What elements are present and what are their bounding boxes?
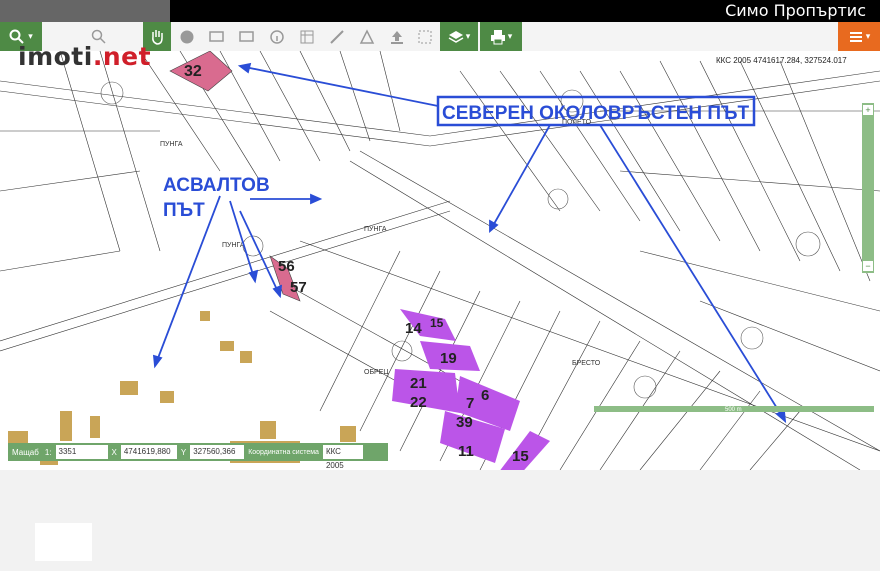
logo-background [0,0,170,22]
area-button[interactable] [354,22,380,51]
buildings [8,311,356,465]
plot-label: 6 [481,387,489,404]
crs-label: Координатна система [248,448,319,456]
map-canvas[interactable]: 32 56 57 14 15 19 21 22 7 6 39 11 15 ПУН… [0,51,880,470]
scale-bar-label: 500 m [725,407,742,413]
ruler-icon [330,29,344,44]
info-button[interactable] [264,22,290,51]
place-label: ОБРЕЦ [364,369,389,376]
blank-panel [35,523,92,561]
table-icon [300,30,314,43]
plot-label: 15 [512,448,529,465]
layers-button[interactable]: ▾ [440,22,478,51]
rectangle-icon [209,30,224,42]
zoom-in-icon[interactable]: + [863,105,873,115]
globe-icon [180,30,194,43]
chevron-down-icon: ▾ [507,31,513,41]
top-bar: Симо Пропъртис [0,0,880,22]
draw-rect-button[interactable] [204,22,230,51]
place-label: ПУНГА [160,141,183,148]
rectangle-icon [239,30,254,42]
plot-label: 57 [290,279,307,296]
plot-label: 7 [466,395,474,412]
print-icon [490,29,505,44]
place-label: ПУНГА [222,242,245,249]
draw-rect2-button[interactable] [234,22,260,51]
layers-icon [448,30,464,43]
y-coordinate-input[interactable]: 327560,366 [190,445,245,459]
cadastral-map[interactable]: 32 56 57 14 15 19 21 22 7 6 39 11 15 ПУН… [0,51,880,470]
select-icon [418,30,432,43]
plot-label: 14 [405,320,422,337]
plot-label: 19 [440,350,457,367]
hand-icon [152,29,163,45]
table-button[interactable] [294,22,320,51]
x-coordinate-input[interactable]: 4741619,880 [120,445,177,459]
plot-label: 22 [410,394,427,411]
plot-label: 21 [410,375,427,392]
scale-prefix: 1: [44,447,52,457]
chevron-down-icon: ▾ [465,31,471,41]
crs-header: ККС 2005 4741617.284, 327524.017 [716,56,847,65]
asphalt-road-label: АСВАЛТОВ [163,175,270,196]
x-label: X [111,447,117,457]
plot-label: 15 [430,316,444,330]
crs-select[interactable]: ККС 2005 [322,445,363,470]
scale-input[interactable]: 3351 [55,445,108,459]
upload-icon [391,30,403,44]
print-button[interactable]: ▾ [480,22,522,51]
info-icon [270,29,284,44]
brand-name: Симо Пропъртис [725,1,866,20]
plot-label: 32 [184,63,202,80]
zoom-out-icon[interactable]: − [863,261,873,271]
site-logo[interactable]: imoti.net [18,42,151,71]
menu-button[interactable]: ▾ [838,22,880,51]
scale-label: Мащаб [12,447,39,457]
logo-suffix: .net [92,42,152,71]
y-label: Y [180,447,187,457]
page-footer-area [0,470,880,571]
chevron-down-icon: ▾ [865,31,871,41]
place-labels: ПУНГА ПУНГА ПУНГА ОБРЕЦ БРЕСТО ПОЛЕТО [160,119,601,376]
select-button[interactable] [412,22,438,51]
plot-label: 39 [456,414,473,431]
plot-label: 56 [278,258,295,275]
chevron-down-icon: ▾ [28,31,33,41]
plot-label: 11 [458,443,474,460]
menu-icon [849,31,862,42]
ring-road-label: СЕВЕРЕН ОКОЛОВРЪСТЕН ПЪТ [442,103,750,124]
measure-button[interactable] [324,22,350,51]
place-label: ПУНГА [364,226,387,233]
upload-button[interactable] [384,22,410,51]
globe-button[interactable] [174,22,200,51]
polygon-icon [359,28,375,44]
coordinates-bar: Мащаб 1: 3351 X 4741619,880 Y 327560,366… [8,443,388,470]
logo-text: imoti [18,42,93,71]
place-label: БРЕСТО [572,360,601,367]
zoom-slider[interactable]: + − [862,103,874,273]
asphalt-road-label-line2: ПЪТ [163,200,205,221]
